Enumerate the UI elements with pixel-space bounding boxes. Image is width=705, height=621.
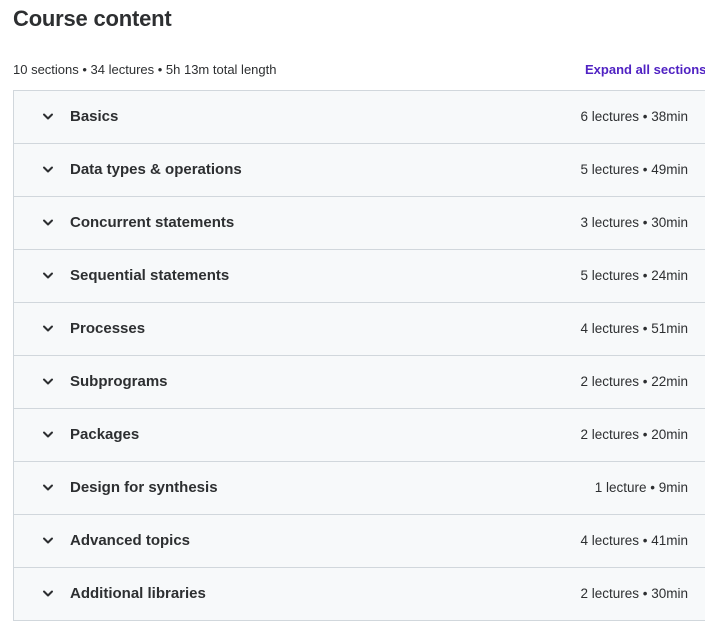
section-meta: 2 lectures • 22min xyxy=(580,374,688,389)
section-title: Data types & operations xyxy=(70,161,242,178)
section-meta: 6 lectures • 38min xyxy=(580,109,688,124)
chevron-down-icon xyxy=(43,325,53,332)
section-title: Advanced topics xyxy=(70,532,191,549)
section-row[interactable]: Subprograms 2 lectures • 22min xyxy=(14,356,705,409)
section-row[interactable]: Basics 6 lectures • 38min xyxy=(14,91,705,144)
section-title: Packages xyxy=(70,426,140,443)
section-list: Basics 6 lectures • 38min Data types & ope… xyxy=(13,90,705,621)
page-title: Course content xyxy=(13,6,172,31)
section-row[interactable]: Advanced topics 4 lectures • 41min xyxy=(14,515,705,568)
section-meta: 5 lectures • 49min xyxy=(580,162,688,177)
chevron-down-icon xyxy=(43,219,53,226)
section-title: Basics xyxy=(70,108,119,125)
section-row[interactable]: Packages 2 lectures • 20min xyxy=(14,409,705,462)
course-summary-row: 10 sections • 34 lectures • 5h 13m total… xyxy=(13,60,705,80)
section-row[interactable]: Additional libraries 2 lectures • 30min xyxy=(14,568,705,621)
section-title: Processes xyxy=(70,320,146,337)
chevron-down-icon xyxy=(43,378,53,385)
course-content-panel: Course content 10 sections • 34 lectures… xyxy=(0,0,705,621)
chevron-down-icon xyxy=(43,484,53,491)
section-row[interactable]: Concurrent statements 3 lectures • 30min xyxy=(14,197,705,250)
section-meta: 4 lectures • 51min xyxy=(580,321,688,336)
chevron-down-icon xyxy=(43,590,53,597)
section-title: Additional libraries xyxy=(70,585,206,602)
section-title: Sequential statements xyxy=(70,267,230,284)
section-title: Subprograms xyxy=(70,373,168,390)
section-meta: 2 lectures • 20min xyxy=(580,427,688,442)
section-meta: 4 lectures • 41min xyxy=(580,533,688,548)
section-row[interactable]: Sequential statements 5 lectures • 24min xyxy=(14,250,705,303)
section-meta: 3 lectures • 30min xyxy=(580,215,688,230)
section-row[interactable]: Processes 4 lectures • 51min xyxy=(14,303,705,356)
section-meta: 1 lecture • 9min xyxy=(594,480,688,495)
expand-all-sections-button[interactable]: Expand all sections xyxy=(585,62,705,78)
section-title: Design for synthesis xyxy=(70,479,218,496)
section-meta: 5 lectures • 24min xyxy=(580,268,688,283)
section-title: Concurrent statements xyxy=(70,214,235,231)
section-row[interactable]: Design for synthesis 1 lecture • 9min xyxy=(14,462,705,515)
course-summary: 10 sections • 34 lectures • 5h 13m total… xyxy=(13,62,277,77)
chevron-down-icon xyxy=(43,537,53,544)
chevron-down-icon xyxy=(43,272,53,279)
chevron-down-icon xyxy=(43,431,53,438)
section-row[interactable]: Data types & operations 5 lectures • 49mi… xyxy=(14,144,705,197)
section-meta: 2 lectures • 30min xyxy=(580,586,688,601)
chevron-down-icon xyxy=(43,166,53,173)
chevron-down-icon xyxy=(43,113,53,120)
